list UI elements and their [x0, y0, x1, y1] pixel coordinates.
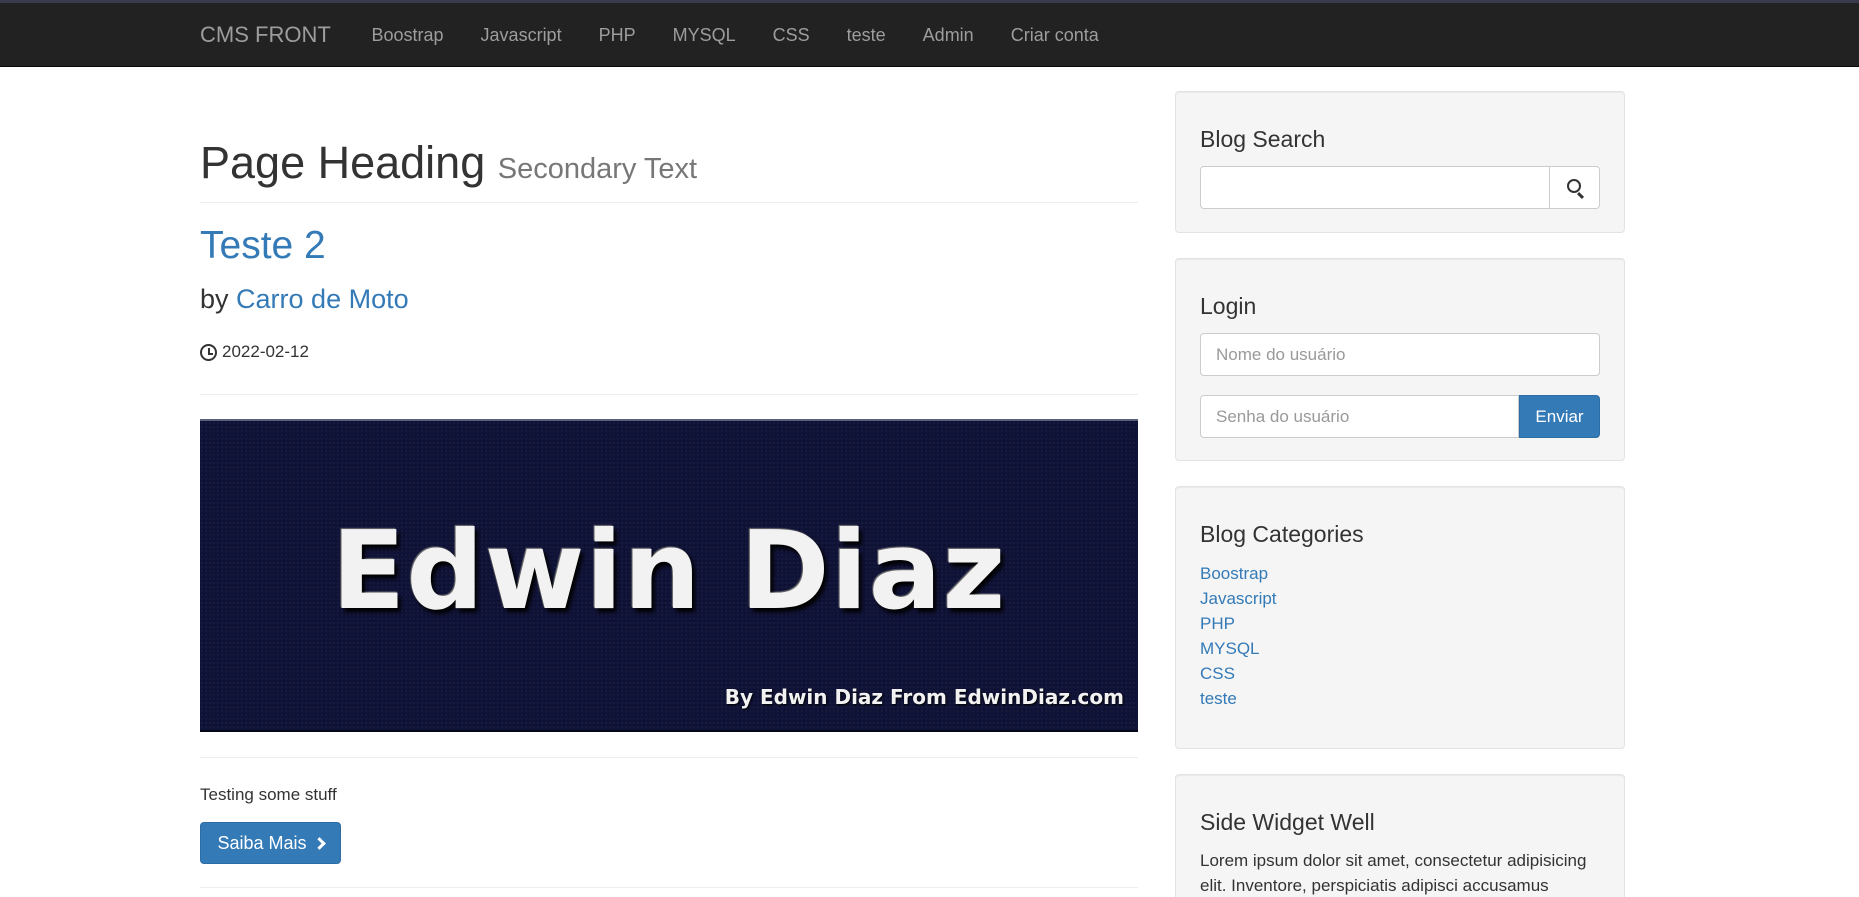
password-input-group: Enviar: [1200, 395, 1600, 438]
list-item: MYSQL: [1200, 636, 1277, 661]
top-navbar: CMS FRONT Boostrap Javascript PHP MYSQL …: [0, 0, 1859, 67]
read-more-label: Saiba Mais: [217, 832, 307, 853]
divider: [200, 394, 1138, 395]
nav-link-teste[interactable]: teste: [828, 3, 904, 67]
post-title-link[interactable]: Teste 2: [200, 224, 326, 268]
post-date: 2022-02-12: [200, 342, 309, 362]
post-image-subtitle: By Edwin Diaz From EdwinDiaz.com: [724, 685, 1124, 709]
divider: [200, 887, 1138, 888]
navbar-links: Boostrap Javascript PHP MYSQL CSS teste …: [353, 3, 1117, 67]
search-input-group: [1200, 166, 1600, 209]
list-item: PHP: [1200, 611, 1277, 636]
search-button[interactable]: [1550, 166, 1600, 209]
search-icon: [1567, 179, 1581, 193]
read-more-button[interactable]: Saiba Mais: [200, 822, 341, 864]
nav-link-javascript[interactable]: Javascript: [462, 3, 580, 67]
post-excerpt: Testing some stuff: [200, 785, 337, 804]
side-widget-well: Side Widget Well Lorem ipsum dolor sit a…: [1175, 774, 1625, 897]
category-list: Boostrap Javascript PHP MYSQL CSS teste: [1200, 561, 1277, 711]
login-title: Login: [1200, 293, 1257, 319]
nav-link-css[interactable]: CSS: [754, 3, 828, 67]
category-link-php[interactable]: PHP: [1200, 614, 1235, 633]
blog-categories-well: Blog Categories Boostrap Javascript PHP …: [1175, 486, 1625, 749]
list-item: Boostrap: [1200, 561, 1277, 586]
category-link-javascript[interactable]: Javascript: [1200, 589, 1277, 608]
blog-search-title: Blog Search: [1200, 126, 1326, 152]
nav-link-admin[interactable]: Admin: [904, 3, 992, 67]
post-author-line: by Carro de Moto: [200, 283, 409, 315]
login-submit-button[interactable]: Enviar: [1519, 395, 1600, 438]
clock-icon: [200, 343, 217, 361]
username-field[interactable]: [1200, 333, 1600, 376]
post-author-link[interactable]: Carro de Moto: [236, 284, 409, 314]
blog-categories-title: Blog Categories: [1200, 521, 1364, 547]
page-title: Page Heading Secondary Text: [200, 137, 1138, 195]
page-heading-secondary: Secondary Text: [497, 153, 698, 185]
nav-link-boostrap[interactable]: Boostrap: [353, 3, 462, 67]
chevron-right-icon: [312, 836, 326, 850]
side-widget-text: Lorem ipsum dolor sit amet, consectetur …: [1200, 851, 1587, 895]
category-link-teste[interactable]: teste: [1200, 689, 1237, 708]
page-heading-text: Page Heading: [200, 137, 486, 188]
category-link-css[interactable]: CSS: [1200, 664, 1235, 683]
category-link-mysql[interactable]: MYSQL: [1200, 639, 1260, 658]
nav-link-mysql[interactable]: MYSQL: [654, 3, 754, 67]
search-input[interactable]: [1200, 166, 1550, 209]
side-widget-title: Side Widget Well: [1200, 809, 1375, 835]
navbar-brand[interactable]: CMS FRONT: [200, 22, 331, 48]
page-header: Page Heading Secondary Text: [200, 137, 1138, 203]
post-date-text: 2022-02-12: [222, 342, 309, 361]
nav-link-criar-conta[interactable]: Criar conta: [992, 3, 1117, 67]
nav-link-php[interactable]: PHP: [580, 3, 654, 67]
post-image: Edwin Diaz By Edwin Diaz From EdwinDiaz.…: [200, 419, 1138, 732]
blog-search-well: Blog Search: [1175, 91, 1625, 233]
divider: [200, 757, 1138, 758]
password-field[interactable]: [1200, 395, 1519, 438]
list-item: CSS: [1200, 661, 1277, 686]
post-image-title: Edwin Diaz: [331, 509, 1007, 634]
list-item: teste: [1200, 686, 1277, 711]
list-item: Javascript: [1200, 586, 1277, 611]
category-link-boostrap[interactable]: Boostrap: [1200, 564, 1268, 583]
login-well: Login Enviar: [1175, 258, 1625, 461]
post-by-label: by: [200, 284, 229, 314]
